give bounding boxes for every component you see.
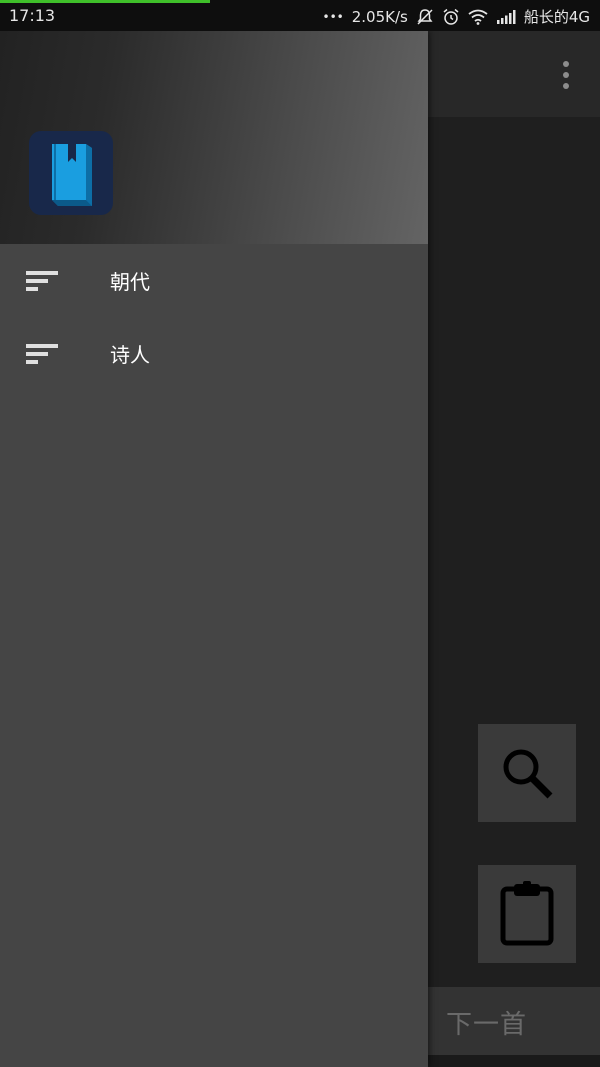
mute-icon — [416, 8, 434, 26]
drawer-item-label: 诗人 — [110, 343, 150, 367]
drawer-item-dynasty[interactable]: 朝代 — [0, 244, 428, 317]
status-bar: 17:13 ••• 2.05K/s 船长的4G — [0, 0, 600, 31]
clipboard-icon — [500, 881, 554, 946]
signal-icon — [496, 9, 516, 24]
status-indicators: ••• 2.05K/s 船长的4G — [322, 6, 590, 27]
drawer-item-poet[interactable]: 诗人 — [0, 317, 428, 390]
download-progress-bar — [0, 0, 210, 3]
status-time: 17:13 — [9, 6, 56, 25]
drawer-item-label: 朝代 — [110, 270, 150, 294]
sort-lines-icon — [26, 343, 58, 364]
alarm-icon — [442, 8, 460, 26]
search-button[interactable] — [478, 724, 576, 822]
book-icon — [52, 144, 92, 206]
search-icon — [503, 749, 553, 799]
sort-lines-icon — [26, 270, 58, 291]
carrier-name: 船长的4G — [523, 8, 590, 26]
network-speed: 2.05K/s — [351, 7, 408, 26]
wifi-icon — [468, 9, 488, 25]
clipboard-button[interactable] — [478, 865, 576, 963]
overflow-menu-icon[interactable] — [553, 58, 579, 92]
drawer-menu: 朝代 诗人 — [0, 244, 428, 390]
status-more-dots: ••• — [322, 9, 344, 24]
drawer-header — [0, 31, 428, 244]
app-logo — [29, 131, 113, 215]
navigation-drawer: 朝代 诗人 — [0, 31, 428, 1067]
next-poem-label: 下一首 — [446, 1010, 528, 1040]
